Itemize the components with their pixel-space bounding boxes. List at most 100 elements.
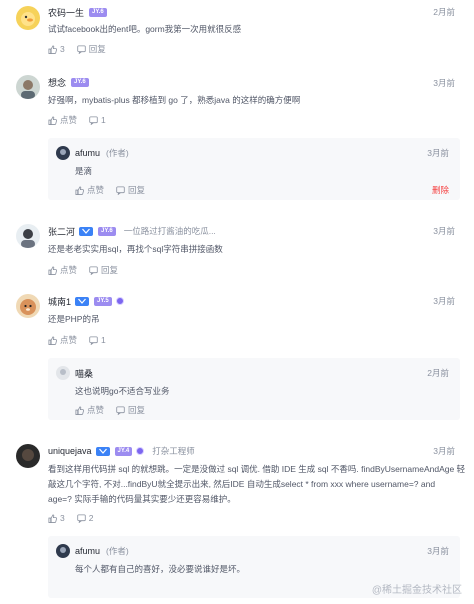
reply-button[interactable]: 回复 <box>77 43 106 55</box>
like-label: 点赞 <box>60 115 78 125</box>
reply-button[interactable]: 1 <box>89 115 106 125</box>
avatar[interactable] <box>56 146 70 160</box>
vip-badge[interactable] <box>75 296 90 306</box>
like-button[interactable]: 点赞 <box>75 184 104 196</box>
vip-icon <box>82 228 90 234</box>
level-badge[interactable]: JY.6 <box>71 77 89 87</box>
avatar[interactable] <box>16 224 40 248</box>
like-label: 点赞 <box>60 265 78 275</box>
reply-user-name[interactable]: afumu <box>75 546 100 556</box>
user-name[interactable]: 张二河 <box>48 225 75 238</box>
avatar-photo-icon <box>16 444 40 468</box>
vip-badge[interactable] <box>95 446 110 456</box>
vip-icon <box>78 298 86 304</box>
reply-box: afumu (作者) 3月前 是滴 点赞 回复 删除 <box>48 138 460 200</box>
user-name[interactable]: uniquejava <box>48 446 92 456</box>
comment-icon <box>89 265 98 275</box>
comment-icon <box>89 335 98 345</box>
level-badge[interactable]: JY.4 <box>114 446 133 456</box>
reply-text: 这也说明go不适合写业务 <box>75 386 170 396</box>
comment-text: 还是老老实实用sql，再找个sql字符串拼接函数 <box>48 244 223 254</box>
comment-icon <box>116 405 125 415</box>
user-name[interactable]: 想念 <box>48 76 66 89</box>
like-button[interactable]: 点赞 <box>48 114 77 126</box>
comment-item: 张二河 JY.6 一位路过打酱油的吃瓜... 3月前 还是老老实实用sql，再找… <box>0 222 474 282</box>
like-label: 点赞 <box>60 335 78 345</box>
avatar-duck-icon <box>16 6 40 30</box>
thumb-up-icon <box>48 115 57 125</box>
user-job: 打杂工程师 <box>152 446 195 456</box>
like-count: 3 <box>60 44 65 54</box>
avatar-icon <box>56 366 70 380</box>
avatar[interactable] <box>16 444 40 468</box>
watermark: @稀土掘金技术社区 <box>371 585 462 596</box>
level-badge[interactable]: JY.6 <box>89 7 107 17</box>
comment-text: 好强啊，mybatis-plus 都移植到 go 了，熟悉java 的这样的确方… <box>48 95 301 105</box>
comment-text-line: 看到这样用代码拼 sql 的就想跳。一定是没做过 sql 调优. 借助 IDE … <box>48 464 466 474</box>
avatar-icon <box>56 544 70 558</box>
like-label: 点赞 <box>87 405 105 415</box>
avatar[interactable] <box>56 366 70 380</box>
comment-time: 3月前 <box>433 226 455 236</box>
reply-count: 1 <box>101 335 106 345</box>
comment-item: 想念 JY.6 3月前 好强啊，mybatis-plus 都移植到 go 了，熟… <box>0 72 474 202</box>
reply-text: 每个人都有自己的喜好，没必要说谁好是坏。 <box>75 564 246 574</box>
reply-button[interactable]: 1 <box>89 335 106 345</box>
avatar[interactable] <box>16 75 40 99</box>
like-count: 3 <box>60 513 65 523</box>
reply-time: 3月前 <box>427 546 449 556</box>
comment-icon <box>89 115 98 125</box>
comment-item: uniquejava JY.4 打杂工程师 3月前 看到这样用代码拼 sql 的… <box>0 442 474 604</box>
comment-text: 还是PHP的吊 <box>48 314 100 324</box>
like-button[interactable]: 点赞 <box>48 264 77 276</box>
thumb-up-icon <box>48 44 57 54</box>
comment-icon <box>77 44 86 54</box>
like-button[interactable]: 3 <box>48 513 65 523</box>
reply-button[interactable]: 回复 <box>116 184 145 196</box>
reply-count: 1 <box>101 115 106 125</box>
user-name[interactable]: 农码一生 <box>48 6 84 19</box>
comment-text-line: age=? 实际手输的代码量其实要少还更容易维护。 <box>48 494 236 504</box>
avatar[interactable] <box>56 544 70 558</box>
level-badge[interactable]: JY.6 <box>98 226 116 236</box>
level-badge[interactable]: JY.5 <box>94 296 112 306</box>
comment-text-line: 敲这几个字符, 不对...findByU就全提示出来, 然后IDE 自动生成se… <box>48 479 436 489</box>
vip-icon <box>98 448 107 454</box>
medal-icon[interactable] <box>136 447 145 455</box>
reply-user-name[interactable]: afumu <box>75 148 100 158</box>
reply-user-name[interactable]: 喵桑 <box>75 367 93 380</box>
comment-item: 农码一生 JY.6 2月前 试试facebook出的ent吧。gorm我第一次用… <box>0 0 474 58</box>
avatar-photo-icon <box>16 75 40 99</box>
delete-button[interactable]: 删除 <box>432 184 449 196</box>
comment-item: 城南1 JY.5 3月前 还是PHP的吊 点赞 1 喵桑 2月前 这也说明go不… <box>0 292 474 422</box>
thumb-up-icon <box>48 335 57 345</box>
author-tag: (作者) <box>106 148 129 158</box>
reply-button[interactable]: 2 <box>77 513 93 523</box>
avatar[interactable] <box>16 294 40 318</box>
comment-icon <box>116 185 125 195</box>
thumb-up-icon <box>75 185 84 195</box>
thumb-up-icon <box>48 265 57 275</box>
reply-label: 回复 <box>88 44 106 54</box>
avatar-dog-icon <box>16 294 40 318</box>
like-button[interactable]: 3 <box>48 44 65 54</box>
user-name[interactable]: 城南1 <box>48 295 71 308</box>
comment-icon <box>77 513 86 523</box>
user-job: 一位路过打酱油的吃瓜... <box>123 226 216 236</box>
reply-text: 是滴 <box>75 166 93 176</box>
medal-icon[interactable] <box>115 297 124 305</box>
thumb-up-icon <box>75 405 84 415</box>
thumb-up-icon <box>48 513 57 523</box>
like-button[interactable]: 点赞 <box>48 334 77 346</box>
avatar-photo-icon <box>16 224 40 248</box>
vip-badge[interactable] <box>79 226 94 236</box>
reply-label: 回复 <box>128 185 146 195</box>
comment-time: 3月前 <box>433 78 455 88</box>
avatar-icon <box>56 146 70 160</box>
reply-button[interactable]: 回复 <box>89 264 118 276</box>
like-label: 点赞 <box>87 185 105 195</box>
like-button[interactable]: 点赞 <box>75 404 104 416</box>
comment-time: 3月前 <box>433 446 455 456</box>
reply-button[interactable]: 回复 <box>116 404 145 416</box>
avatar[interactable] <box>16 6 40 30</box>
